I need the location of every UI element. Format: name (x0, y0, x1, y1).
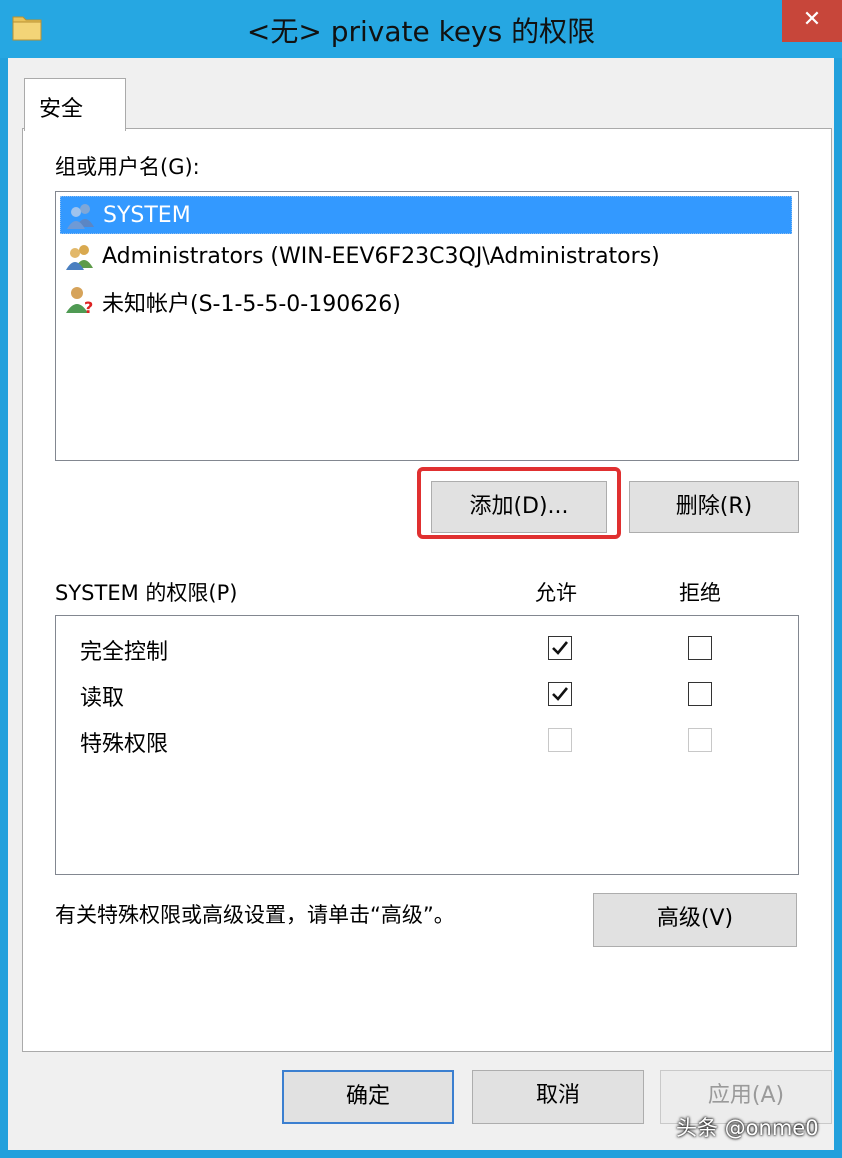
advanced-button[interactable]: 高级(V) (593, 893, 797, 947)
tab-security[interactable]: 安全 (24, 78, 126, 131)
list-item-unknown-account[interactable]: ? 未知帐户(S-1-5-5-0-190626) (60, 280, 792, 318)
allow-checkbox[interactable] (548, 636, 572, 660)
list-item-system[interactable]: SYSTEM (60, 196, 792, 234)
principals-list[interactable]: SYSTEM Administrators (WIN-EEV6F23C3QJ\A… (55, 191, 799, 461)
deny-checkbox[interactable] (688, 636, 712, 660)
principal-name: SYSTEM (103, 203, 191, 228)
security-panel: 组或用户名(G): SYSTEM Administrators (WIN-EEV… (22, 128, 832, 1052)
deny-checkbox (688, 728, 712, 752)
window-title: <无> private keys 的权限 (246, 15, 596, 48)
checkmark-icon (552, 641, 569, 655)
deny-checkbox[interactable] (688, 682, 712, 706)
users-icon (66, 245, 93, 270)
permission-name: 特殊权限 (80, 732, 169, 757)
unknown-user-icon: ? (66, 287, 93, 315)
checkmark-icon (552, 687, 569, 701)
tab-label: 安全 (39, 97, 84, 122)
close-button[interactable]: ✕ (782, 0, 842, 42)
permission-row-full-control: 完全控制 (56, 628, 798, 668)
list-item-administrators[interactable]: Administrators (WIN-EEV6F23C3QJ\Administ… (60, 238, 792, 276)
ok-button[interactable]: 确定 (282, 1070, 454, 1124)
remove-button[interactable]: 删除(R) (629, 481, 799, 533)
users-icon (67, 204, 94, 229)
allow-checkbox (548, 728, 572, 752)
principal-name: Administrators (WIN-EEV6F23C3QJ\Administ… (102, 244, 660, 269)
permissions-list: 完全控制 读取 特殊权限 (55, 615, 799, 875)
deny-header: 拒绝 (679, 581, 721, 605)
permissions-label: SYSTEM 的权限(P) (55, 581, 238, 605)
watermark-text: 头条 @onme0 (676, 1116, 819, 1140)
add-button-highlight (417, 467, 621, 539)
svg-text:?: ? (84, 298, 93, 315)
permission-name: 完全控制 (80, 640, 169, 665)
allow-checkbox[interactable] (548, 682, 572, 706)
principal-name: 未知帐户(S-1-5-5-0-190626) (102, 292, 401, 317)
advanced-hint: 有关特殊权限或高级设置，请单击“高级”。 (55, 903, 455, 927)
cancel-button[interactable]: 取消 (472, 1070, 644, 1124)
permission-row-read: 读取 (56, 674, 798, 714)
dialog-body: 安全 组或用户名(G): SYSTEM Administrators (WIN-… (8, 58, 834, 1150)
permission-name: 读取 (80, 686, 125, 711)
group-or-user-label: 组或用户名(G): (55, 155, 200, 179)
permissions-dialog: <无> private keys 的权限 ✕ 安全 组或用户名(G): SYST… (0, 0, 842, 1158)
permission-row-special: 特殊权限 (56, 720, 798, 760)
title-bar[interactable]: <无> private keys 的权限 ✕ (0, 0, 842, 58)
allow-header: 允许 (535, 581, 577, 605)
